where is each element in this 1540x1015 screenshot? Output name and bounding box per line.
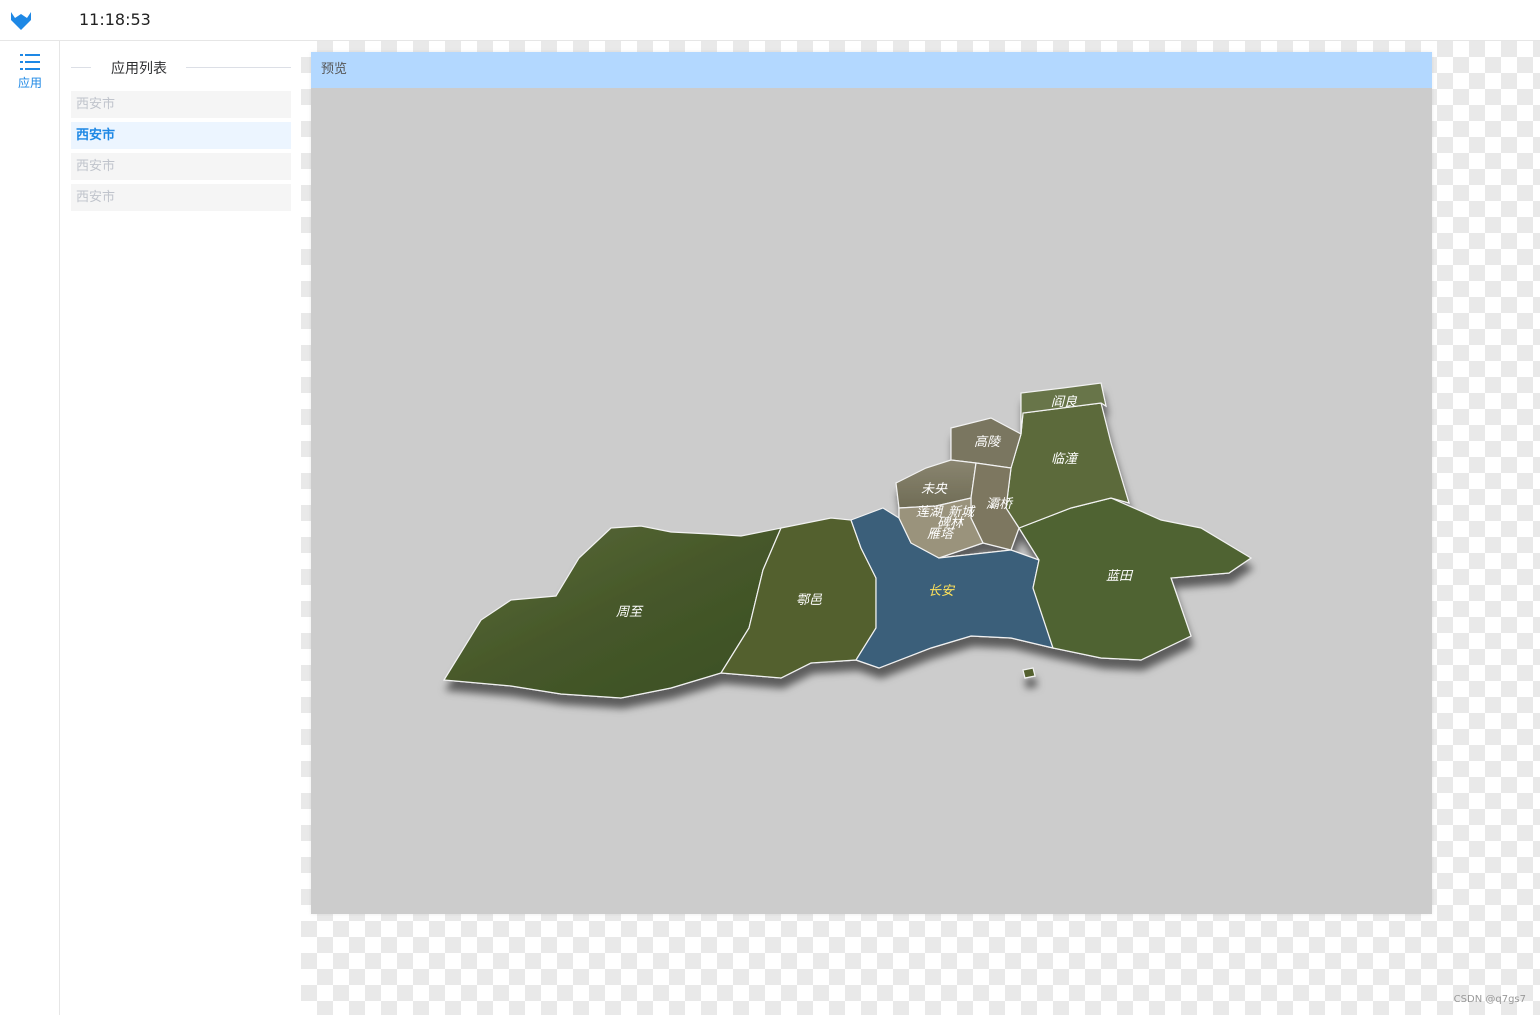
list-item-active[interactable]: 西安市 — [71, 122, 291, 149]
label-yanliang: 阎良 — [1051, 394, 1078, 410]
label-huyi: 鄠邑 — [796, 593, 823, 608]
app-list-title-text: 应用列表 — [111, 61, 167, 77]
top-bar: 11:18:53 — [0, 0, 1540, 41]
preview-panel: 预览 阎良 高陵 临潼 未央 灞桥 莲湖 新城 碑林 雁塔 周至 鄠邑 长安 蓝… — [311, 52, 1432, 914]
list-item[interactable]: 西安市 — [71, 184, 291, 211]
app-list-title: 应用列表 — [71, 57, 291, 77]
list-item[interactable]: 西安市 — [71, 153, 291, 180]
list-item[interactable]: 西安市 — [71, 91, 291, 118]
app-list-panel: 应用列表 西安市 西安市 西安市 西安市 — [61, 41, 301, 1015]
list-icon — [20, 54, 40, 70]
preview-header: 预览 — [311, 52, 1432, 88]
xian-map[interactable]: 阎良 高陵 临潼 未央 灞桥 莲湖 新城 碑林 雁塔 周至 鄠邑 长安 蓝田 — [311, 88, 1432, 914]
watermark: CSDN @q7gs7 — [1453, 994, 1526, 1005]
label-yanta: 雁塔 — [927, 527, 955, 542]
nav-app-button[interactable]: 应用 — [0, 53, 60, 91]
clock-time: 11:18:53 — [79, 10, 151, 29]
label-changan: 长安 — [928, 584, 956, 599]
label-gaoling: 高陵 — [974, 435, 1002, 450]
label-lantian: 蓝田 — [1106, 569, 1134, 584]
label-weiyang: 未央 — [921, 482, 948, 497]
fox-logo-icon[interactable] — [9, 8, 33, 32]
nav-app-label: 应用 — [17, 76, 42, 90]
district-lantian[interactable] — [1018, 497, 1253, 661]
icon-sidebar: 应用 — [0, 41, 60, 1015]
label-zhouzhi: 周至 — [616, 605, 644, 620]
district-islet — [1022, 667, 1036, 679]
label-lintong: 临潼 — [1051, 451, 1079, 467]
canvas-area: 预览 阎良 高陵 临潼 未央 灞桥 莲湖 新城 碑林 雁塔 周至 鄠邑 长安 蓝… — [301, 41, 1540, 1015]
label-baqiao: 灞桥 — [986, 497, 1014, 512]
